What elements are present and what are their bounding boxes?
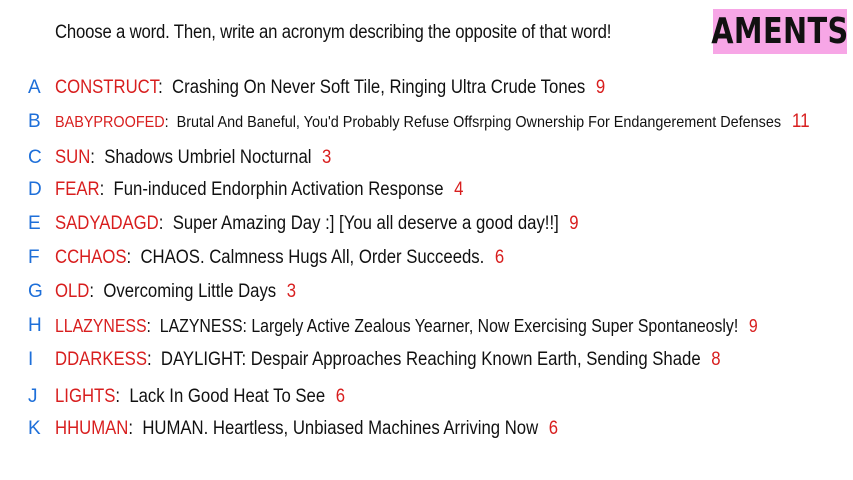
entry-acronym: Shadows Umbriel Nocturnal — [104, 147, 312, 168]
entry-score: 6 — [548, 418, 559, 439]
entry-letter: A — [28, 77, 41, 98]
entry-letter: D — [28, 179, 42, 200]
entry-row-c: C SUN: Shadows Umbriel Nocturnal 3 — [28, 147, 332, 168]
entry-acronym: HUMAN. Heartless, Unbiased Machines Arri… — [142, 418, 539, 439]
entry-row-j: J LIGHTS: Lack In Good Heat To See 6 — [28, 386, 346, 407]
entry-score: 3 — [286, 281, 297, 302]
entry-row-h: H LLAZYNESS: LAZYNESS: Largely Active Ze… — [28, 315, 758, 336]
entry-row-f: F CCHAOS: CHAOS. Calmness Hugs All, Orde… — [28, 247, 505, 268]
entry-letter: J — [28, 386, 38, 407]
entry-letter: H — [28, 315, 42, 336]
entry-word: OLD — [55, 281, 90, 302]
entry-word: DDARKESS — [55, 349, 147, 370]
entry-word: SADYADAGD — [55, 213, 159, 234]
entry-word: CCHAOS — [55, 247, 127, 268]
entry-acronym: Super Amazing Day :] [You all deserve a … — [172, 213, 559, 234]
entry-acronym: LAZYNESS: Largely Active Zealous Yearner… — [159, 315, 739, 336]
entry-word: HHUMAN — [55, 418, 129, 439]
entry-score: 9 — [569, 213, 579, 234]
entry-row-b: B BABYPROOFED: Brutal And Baneful, You'd… — [28, 111, 810, 132]
entry-word: LIGHTS — [55, 386, 116, 407]
entry-score: 9 — [595, 77, 606, 98]
entry-score: 3 — [322, 147, 332, 168]
entry-word: CONSTRUCT — [55, 77, 159, 98]
entry-acronym: Lack In Good Heat To See — [129, 386, 326, 407]
entry-score: 8 — [711, 349, 721, 370]
entry-word: BABYPROOFED — [55, 114, 165, 131]
entry-letter: F — [28, 247, 40, 268]
entry-row-k: K HHUMAN: HUMAN. Heartless, Unbiased Mac… — [28, 418, 559, 439]
entry-acronym: Brutal And Baneful, You'd Probably Refus… — [176, 114, 782, 131]
entry-score: 11 — [791, 111, 810, 132]
entry-row-e: E SADYADAGD: Super Amazing Day :] [You a… — [28, 213, 579, 234]
entry-acronym: Fun-induced Endorphin Activation Respons… — [113, 179, 444, 200]
entry-row-i: I DDARKESS: DAYLIGHT: Despair Approaches… — [28, 349, 721, 370]
entry-letter: E — [28, 213, 41, 234]
entry-word: FEAR — [55, 179, 100, 200]
entry-row-g: G OLD: Overcoming Little Days 3 — [28, 281, 297, 302]
entry-acronym: DAYLIGHT: Despair Approaches Reaching Kn… — [160, 349, 701, 370]
entry-row-a: A CONSTRUCT: Crashing On Never Soft Tile… — [28, 77, 606, 98]
entry-score: 6 — [335, 386, 346, 407]
brand-logo: AMENTS — [711, 9, 849, 54]
prompt-text: Choose a word. Then, write an acronym de… — [55, 22, 612, 43]
entry-score: 4 — [454, 179, 464, 200]
entry-row-d: D FEAR: Fun-induced Endorphin Activation… — [28, 179, 464, 200]
entry-letter: K — [28, 418, 41, 439]
entry-letter: G — [28, 281, 43, 302]
entry-score: 6 — [494, 247, 505, 268]
entry-letter: I — [28, 349, 34, 370]
entry-word: LLAZYNESS — [55, 315, 147, 336]
entry-letter: B — [28, 111, 41, 132]
brand-logo-text: AMENTS — [711, 11, 849, 52]
entry-score: 9 — [748, 315, 758, 336]
entry-acronym: CHAOS. Calmness Hugs All, Order Succeeds… — [140, 247, 485, 268]
entry-acronym: Overcoming Little Days — [103, 281, 277, 302]
entry-acronym: Crashing On Never Soft Tile, Ringing Ult… — [172, 77, 586, 98]
entry-word: SUN — [55, 147, 91, 168]
entry-letter: C — [28, 147, 42, 168]
